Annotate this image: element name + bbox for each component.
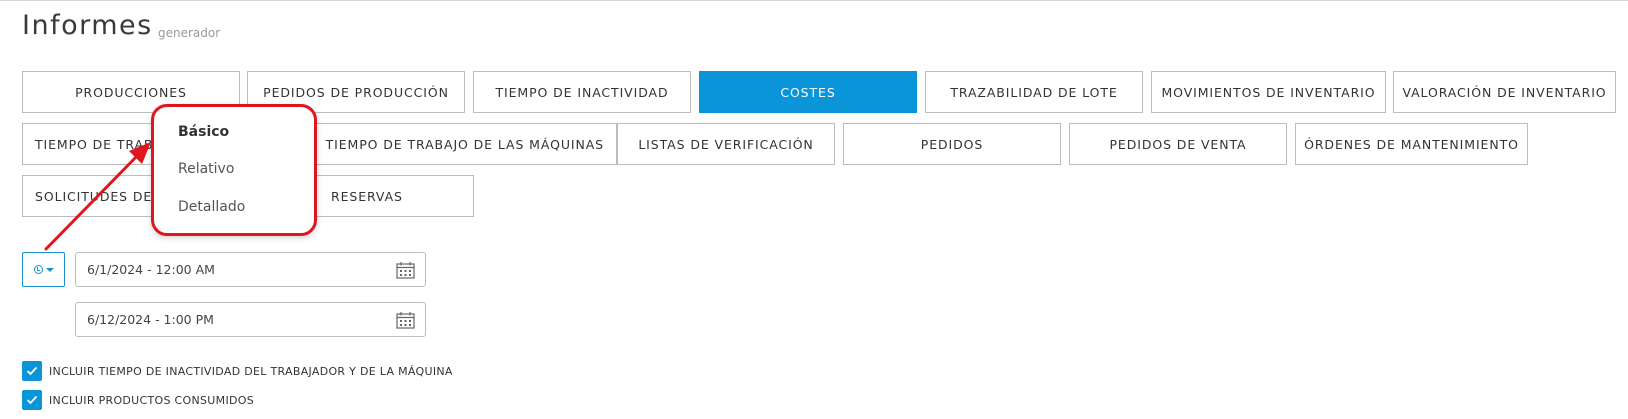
tab-valoracion-de-inventario[interactable]: VALORACIÓN DE INVENTARIO: [1393, 71, 1616, 113]
end-date-input[interactable]: 6/12/2024 - 1:00 PM: [75, 302, 426, 337]
tab-pedidos[interactable]: PEDIDOS: [843, 123, 1061, 165]
page-title: Informes: [22, 10, 153, 41]
report-type-dropdown: Básico Relativo Detallado: [151, 104, 317, 236]
page-subtitle: generador: [158, 26, 221, 40]
checkbox-label: INCLUIR TIEMPO DE INACTIVIDAD DEL TRABAJ…: [49, 364, 453, 378]
option-include-idle-time[interactable]: INCLUIR TIEMPO DE INACTIVIDAD DEL TRABAJ…: [22, 361, 453, 381]
end-date-value: 6/12/2024 - 1:00 PM: [87, 312, 214, 327]
calendar-icon[interactable]: [396, 261, 415, 279]
tab-costes[interactable]: COSTES: [699, 71, 917, 113]
top-divider: [0, 0, 1628, 1]
start-date-input[interactable]: 6/1/2024 - 12:00 AM: [75, 252, 426, 287]
calendar-icon[interactable]: [396, 311, 415, 329]
dropdown-item-detallado[interactable]: Detallado: [178, 199, 245, 215]
start-date-value: 6/1/2024 - 12:00 AM: [87, 262, 215, 277]
checkbox-checked[interactable]: [22, 361, 42, 381]
date-range-type-button[interactable]: [22, 252, 65, 287]
dropdown-item-basico[interactable]: Básico: [178, 124, 229, 140]
check-icon: [26, 366, 38, 376]
checkbox-checked[interactable]: [22, 390, 42, 410]
checkbox-label: INCLUIR PRODUCTOS CONSUMIDOS: [49, 393, 255, 407]
tab-tiempo-de-inactividad[interactable]: TIEMPO DE INACTIVIDAD: [473, 71, 691, 113]
option-include-consumed-products[interactable]: INCLUIR PRODUCTOS CONSUMIDOS: [22, 390, 254, 410]
tab-listas-de-verificacion[interactable]: LISTAS DE VERIFICACIÓN: [617, 123, 835, 165]
tab-ordenes-de-mantenimiento[interactable]: ÓRDENES DE MANTENIMIENTO: [1295, 123, 1528, 165]
dropdown-item-relativo[interactable]: Relativo: [178, 161, 234, 177]
clock-icon: [33, 265, 43, 274]
tab-trazabilidad-de-lote[interactable]: TRAZABILIDAD DE LOTE: [925, 71, 1143, 113]
tab-pedidos-de-venta[interactable]: PEDIDOS DE VENTA: [1069, 123, 1287, 165]
chevron-down-icon: [45, 267, 54, 272]
check-icon: [26, 395, 38, 405]
tab-movimientos-de-inventario[interactable]: MOVIMIENTOS DE INVENTARIO: [1151, 71, 1386, 113]
